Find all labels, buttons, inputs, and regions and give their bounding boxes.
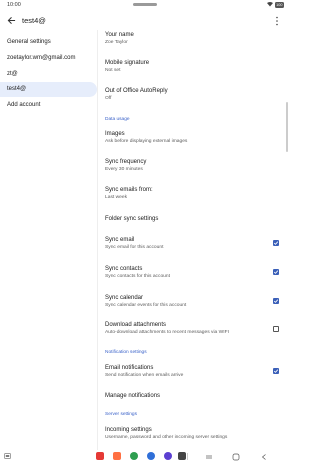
setting-title: Sync frequency [105,159,147,165]
camera-icon[interactable] [178,452,186,460]
setting-sync-emails-from[interactable]: Sync emails from: Last week [105,186,275,202]
keyboard-switch-icon[interactable] [4,453,11,459]
setting-incoming-settings[interactable]: Incoming settings Username, password and… [105,426,275,442]
sync-email-checkbox[interactable] [273,240,279,246]
setting-your-name[interactable]: Your name Zoe Taylor [105,31,275,47]
setting-value: Zoe Taylor [105,40,128,45]
setting-value: Not set [105,68,121,73]
section-header-data-usage: Data usage [105,117,130,122]
setting-title: Incoming settings [105,427,152,433]
setting-sync-calendar[interactable]: Sync calendar Sync calendar events for t… [105,294,275,310]
back-nav-icon[interactable] [260,453,268,461]
sidebar-item-test4-account[interactable]: test4@ [0,82,97,97]
setting-value: Sync calendar events for this account [105,303,187,308]
page-title: test4@ [22,16,46,25]
setting-mobile-signature[interactable]: Mobile signature Not set [105,59,275,75]
sidebar-item-add-account[interactable]: Add account [0,98,97,113]
recent-apps-icon[interactable] [205,453,213,461]
sidebar-item-zt-account[interactable]: zt@ [0,67,97,82]
setting-title: Sync contacts [105,266,143,272]
setting-out-of-office[interactable]: Out of Office AutoReply Off [105,87,275,103]
setting-value: Ask before displaying external images [105,139,188,144]
setting-value: Every 30 minutes [105,167,143,172]
section-header-notification: Notification settings [105,350,147,355]
setting-sync-frequency[interactable]: Sync frequency Every 30 minutes [105,158,275,174]
app-red-icon[interactable] [96,452,104,460]
setting-title: Folder sync settings [105,216,159,222]
setting-sync-contacts[interactable]: Sync contacts Sync contacts for this acc… [105,265,275,281]
setting-email-notifications[interactable]: Email notifications Send notification wh… [105,364,275,380]
setting-title: Sync emails from: [105,187,153,193]
app-blue-chat-icon[interactable] [147,452,155,460]
setting-title: Out of Office AutoReply [105,88,168,94]
setting-value: Username, password and other incoming se… [105,435,228,440]
setting-sync-email[interactable]: Sync email Sync email for this account [105,236,275,252]
sync-contacts-checkbox[interactable] [273,269,279,275]
setting-manage-notifications[interactable]: Manage notifications [105,392,275,400]
battery-icon: 100 [274,2,284,8]
scrollbar[interactable] [286,102,288,152]
section-header-server: Server settings [105,412,137,417]
setting-title: Mobile signature [105,60,150,66]
checkmark-icon [273,241,279,245]
checkmark-icon [273,299,279,303]
sidebar-item-zoetaylor-account[interactable]: zoetaylor.wm@gmail.com [0,51,97,66]
app-bar: test4@ [0,12,290,30]
app-green-icon[interactable] [130,452,138,460]
setting-title: Download attachments [105,322,167,328]
camera-notch [133,3,157,6]
app-purple-icon[interactable] [164,452,172,460]
sync-calendar-checkbox[interactable] [273,298,279,304]
setting-value: Sync email for this account [105,245,164,250]
dock-divider [187,453,188,460]
setting-title: Manage notifications [105,393,161,399]
wifi-icon [266,2,273,7]
accounts-sidebar: General settings zoetaylor.wm@gmail.com … [0,30,97,450]
settings-list: Your name Zoe Taylor Mobile signature No… [97,30,290,450]
setting-title: Images [105,131,125,137]
checkmark-icon [273,369,279,373]
status-time: 10:00 [7,2,21,8]
setting-value: Send notification when emails arrive [105,373,184,378]
back-arrow-icon[interactable] [7,16,16,25]
setting-folder-sync[interactable]: Folder sync settings [105,215,275,223]
setting-value: Off [105,96,112,101]
setting-images[interactable]: Images Ask before displaying external im… [105,130,275,146]
app-orange-icon[interactable] [113,452,121,460]
status-icons: 100 [266,2,284,8]
setting-title: Sync calendar [105,295,144,301]
email-notifications-checkbox[interactable] [273,368,279,374]
setting-value: Last week [105,195,128,200]
home-icon[interactable] [232,453,240,461]
navigation-bar [0,450,290,464]
setting-value: Sync contacts for this account [105,274,170,279]
setting-title: Email notifications [105,365,154,371]
download-attachments-checkbox[interactable] [273,326,279,332]
setting-value: Auto-download attachments to recent mess… [105,330,229,335]
setting-title: Your name [105,32,134,38]
setting-download-attachments[interactable]: Download attachments Auto-download attac… [105,321,275,337]
setting-title: Sync email [105,237,135,243]
checkmark-icon [273,270,279,274]
more-options-icon[interactable] [275,16,279,26]
status-bar: 10:00 100 [0,0,290,12]
sidebar-item-general-settings[interactable]: General settings [0,35,97,50]
